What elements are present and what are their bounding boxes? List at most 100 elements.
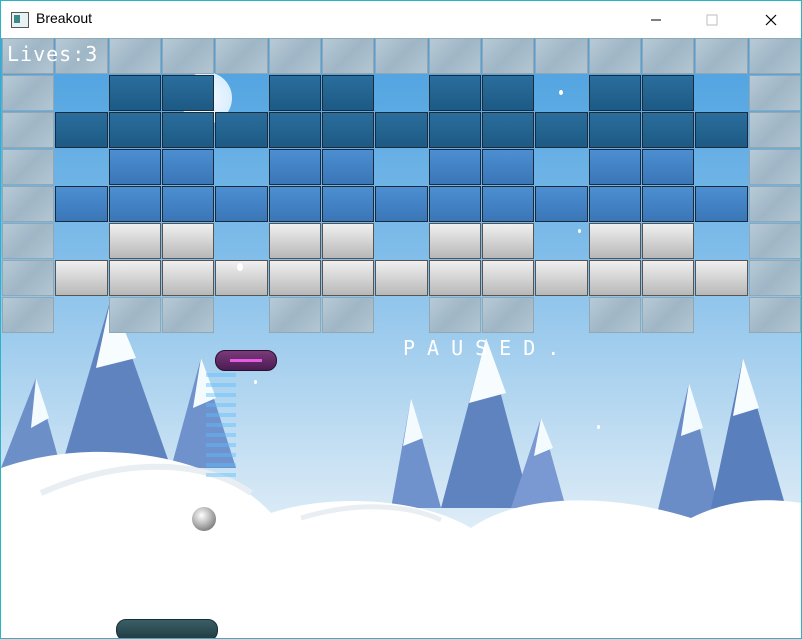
brick-silver	[641, 260, 695, 296]
brick-silver	[55, 260, 108, 296]
brick-dark-blue	[695, 112, 748, 148]
brick-blue	[428, 186, 481, 222]
brick-blue	[215, 186, 268, 222]
solid-block	[481, 38, 535, 74]
brick-silver	[481, 260, 535, 296]
brick-dark-blue	[321, 112, 375, 148]
solid-block	[375, 38, 428, 74]
solid-block	[748, 223, 801, 259]
title-bar[interactable]: Breakout	[1, 1, 801, 38]
brick-silver	[161, 260, 215, 296]
paused-text: PAUSED.	[403, 336, 572, 360]
brick-dark-blue	[428, 112, 481, 148]
brick-silver	[108, 260, 161, 296]
solid-block	[588, 297, 641, 333]
brick-silver	[535, 260, 588, 296]
brick-blue	[268, 149, 321, 185]
brick-blue	[108, 149, 161, 185]
brick-dark-blue	[268, 112, 321, 148]
brick-silver	[375, 260, 428, 296]
solid-block	[2, 297, 55, 333]
brick-blue	[641, 186, 695, 222]
solid-block	[215, 38, 268, 74]
brick-blue	[161, 149, 215, 185]
snowflake	[254, 380, 257, 384]
minimize-icon	[651, 19, 661, 20]
brick-silver	[161, 223, 215, 259]
brick-blue	[588, 186, 641, 222]
solid-block	[108, 38, 161, 74]
brick-silver	[268, 223, 321, 259]
brick-dark-blue	[641, 75, 695, 111]
brick-silver	[268, 260, 321, 296]
brick-silver	[108, 223, 161, 259]
brick-dark-blue	[481, 75, 535, 111]
brick-dark-blue	[481, 112, 535, 148]
game-area[interactable]: Lives:3 PAUSED.	[1, 38, 801, 638]
solid-block	[588, 38, 641, 74]
brick-blue	[108, 186, 161, 222]
solid-block	[748, 38, 801, 74]
brick-dark-blue	[108, 112, 161, 148]
brick-silver	[428, 223, 481, 259]
brick-blue	[695, 186, 748, 222]
brick-dark-blue	[55, 112, 108, 148]
lives-counter: Lives:3	[7, 42, 99, 66]
maximize-button[interactable]	[689, 1, 735, 38]
solid-block	[2, 149, 55, 185]
solid-block	[2, 186, 55, 222]
solid-block	[2, 75, 55, 111]
close-button[interactable]	[748, 1, 794, 38]
brick-silver	[641, 223, 695, 259]
brick-dark-blue	[428, 75, 481, 111]
snowflake	[578, 229, 581, 233]
brick-blue	[321, 186, 375, 222]
minimize-button[interactable]	[633, 1, 679, 38]
powerup-capsule	[215, 350, 277, 371]
brick-dark-blue	[588, 75, 641, 111]
brick-blue	[641, 149, 695, 185]
brick-dark-blue	[108, 75, 161, 111]
brick-silver	[481, 223, 535, 259]
brick-silver	[321, 260, 375, 296]
brick-silver	[588, 260, 641, 296]
solid-block	[161, 38, 215, 74]
solid-block	[321, 297, 375, 333]
brick-blue	[375, 186, 428, 222]
close-icon	[765, 14, 777, 25]
brick-blue	[321, 149, 375, 185]
solid-block	[641, 297, 695, 333]
solid-block	[748, 112, 801, 148]
ball	[192, 507, 216, 531]
brick-blue	[588, 149, 641, 185]
brick-blue	[428, 149, 481, 185]
brick-blue	[481, 186, 535, 222]
solid-block	[748, 297, 801, 333]
brick-blue	[55, 186, 108, 222]
brick-blue	[481, 149, 535, 185]
app-icon	[11, 12, 29, 28]
brick-dark-blue	[161, 112, 215, 148]
solid-block	[321, 38, 375, 74]
brick-silver	[695, 260, 748, 296]
brick-silver	[428, 260, 481, 296]
brick-dark-blue	[375, 112, 428, 148]
solid-block	[428, 297, 481, 333]
brick-blue	[161, 186, 215, 222]
solid-block	[748, 75, 801, 111]
solid-block	[481, 297, 535, 333]
brick-dark-blue	[268, 75, 321, 111]
snowflake	[237, 263, 243, 271]
brick-blue	[268, 186, 321, 222]
maximize-icon	[706, 14, 718, 25]
brick-dark-blue	[535, 112, 588, 148]
solid-block	[695, 38, 748, 74]
brick-dark-blue	[215, 112, 268, 148]
brick-dark-blue	[588, 112, 641, 148]
paddle[interactable]	[116, 619, 218, 638]
brick-dark-blue	[321, 75, 375, 111]
solid-block	[535, 38, 588, 74]
snowflake	[559, 90, 563, 95]
solid-block	[2, 223, 55, 259]
solid-block	[268, 38, 321, 74]
